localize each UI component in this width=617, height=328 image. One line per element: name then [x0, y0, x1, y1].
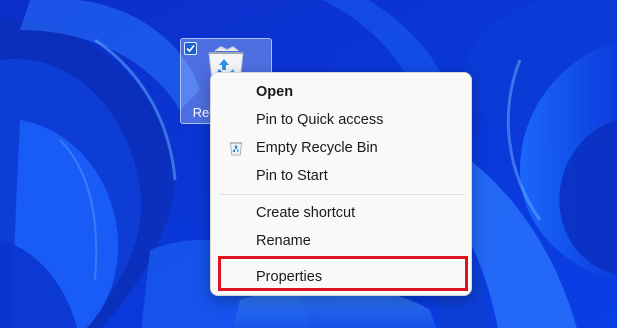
menu-item-label: Create shortcut [256, 205, 356, 221]
menu-separator [219, 194, 465, 195]
context-menu: Open Pin to Quick access Empty Recycle B… [210, 72, 472, 296]
menu-item-rename[interactable]: Rename [215, 227, 467, 255]
menu-item-pin-to-quick-access[interactable]: Pin to Quick access [215, 106, 467, 134]
menu-item-pin-to-start[interactable]: Pin to Start [215, 162, 467, 190]
check-icon [186, 44, 195, 53]
menu-item-label: Pin to Start [256, 168, 328, 184]
menu-item-open[interactable]: Open [215, 78, 467, 106]
menu-item-label: Pin to Quick access [256, 112, 384, 128]
menu-item-label: Open [256, 84, 294, 100]
menu-item-label: Rename [256, 233, 311, 249]
menu-item-empty-recycle-bin[interactable]: Empty Recycle Bin [215, 134, 467, 162]
menu-item-create-shortcut[interactable]: Create shortcut [215, 199, 467, 227]
properties-highlight-box [218, 256, 468, 291]
menu-item-label: Empty Recycle Bin [256, 140, 378, 156]
recycle-bin-small-icon [230, 142, 242, 156]
desktop: Recycle Bin Open Pin to Quick access Emp… [0, 0, 617, 328]
selection-checkbox[interactable] [184, 42, 197, 55]
